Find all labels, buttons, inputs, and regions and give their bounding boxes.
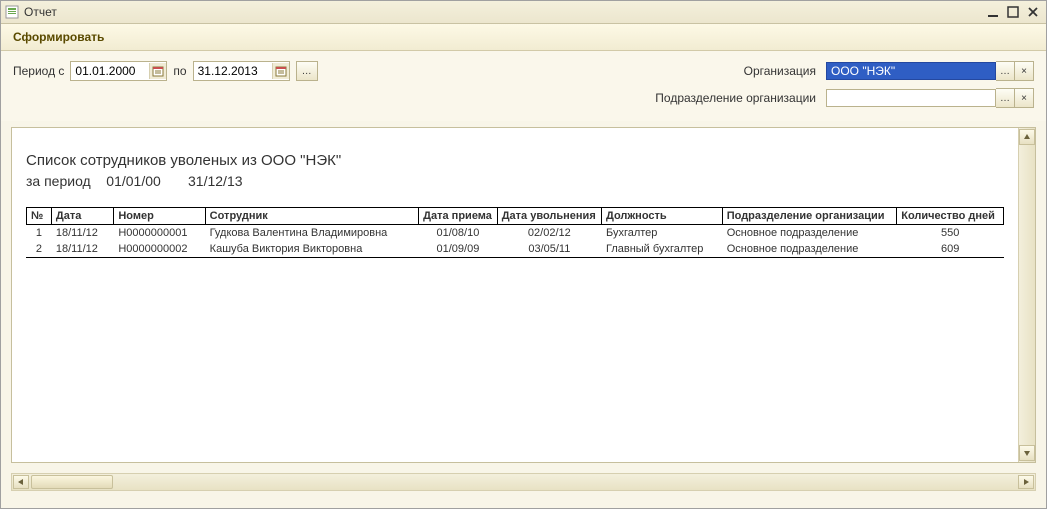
minimize-button[interactable]	[984, 4, 1002, 20]
scroll-right-icon[interactable]	[1018, 475, 1034, 489]
period-to-field[interactable]	[194, 64, 272, 78]
table-row: 2 18/11/12 H0000000002 Кашуба Виктория В…	[27, 241, 1004, 258]
horizontal-scrollbar[interactable]	[11, 473, 1036, 491]
scroll-down-icon[interactable]	[1019, 445, 1035, 461]
report-table: № Дата Номер Сотрудник Дата приема Дата …	[26, 207, 1004, 258]
scroll-thumb[interactable]	[31, 475, 113, 489]
toolbar: Сформировать	[1, 24, 1046, 51]
calendar-icon[interactable]	[149, 63, 166, 79]
col-hire-date: Дата приема	[419, 208, 498, 225]
col-n: №	[27, 208, 52, 225]
department-field[interactable]	[826, 89, 996, 107]
report-area: Список сотрудников уволеных из ООО "НЭК"…	[11, 127, 1036, 463]
close-button[interactable]	[1024, 4, 1042, 20]
vertical-scrollbar[interactable]	[1018, 128, 1035, 462]
report-period: за период 01/01/00 31/12/13	[26, 173, 1004, 189]
organization-select-button[interactable]: …	[996, 61, 1015, 81]
col-employee: Сотрудник	[205, 208, 419, 225]
department-clear-button[interactable]: ×	[1015, 88, 1034, 108]
scroll-up-icon[interactable]	[1019, 129, 1035, 145]
filter-panel: Период с по … Организация	[1, 51, 1046, 121]
period-to-input[interactable]	[193, 61, 290, 81]
report-window: Отчет Сформировать Период с по	[0, 0, 1047, 509]
department-lookup[interactable]: … ×	[826, 89, 1034, 107]
col-fire-date: Дата увольнения	[497, 208, 601, 225]
period-select-button[interactable]: …	[296, 61, 318, 81]
period-from-input[interactable]	[70, 61, 167, 81]
col-days: Количество дней	[897, 208, 1004, 225]
organization-label: Организация	[744, 64, 816, 78]
period-to-label: по	[173, 64, 186, 78]
period-from-label: Период с	[13, 64, 64, 78]
generate-button[interactable]: Сформировать	[7, 28, 110, 46]
col-date: Дата	[51, 208, 113, 225]
report-period-from: 01/01/00	[106, 173, 161, 189]
scroll-left-icon[interactable]	[13, 475, 29, 489]
col-number: Номер	[114, 208, 205, 225]
department-label: Подразделение организации	[655, 91, 816, 105]
col-department: Подразделение организации	[722, 208, 897, 225]
calendar-icon[interactable]	[272, 63, 289, 79]
report-period-to: 31/12/13	[188, 173, 243, 189]
titlebar: Отчет	[1, 1, 1046, 24]
table-row: 1 18/11/12 H0000000001 Гудкова Валентина…	[27, 225, 1004, 242]
table-header-row: № Дата Номер Сотрудник Дата приема Дата …	[27, 208, 1004, 225]
organization-clear-button[interactable]: ×	[1015, 61, 1034, 81]
department-select-button[interactable]: …	[996, 88, 1015, 108]
report-title: Список сотрудников уволеных из ООО "НЭК"	[26, 152, 1004, 169]
report-period-label: за период	[26, 173, 91, 189]
organization-lookup[interactable]: … ×	[826, 62, 1034, 80]
organization-field[interactable]	[826, 62, 996, 80]
period-from-field[interactable]	[71, 64, 149, 78]
report-content: Список сотрудников уволеных из ООО "НЭК"…	[12, 128, 1018, 462]
app-icon	[5, 5, 19, 19]
window-title: Отчет	[24, 5, 57, 19]
maximize-button[interactable]	[1004, 4, 1022, 20]
col-position: Должность	[601, 208, 722, 225]
